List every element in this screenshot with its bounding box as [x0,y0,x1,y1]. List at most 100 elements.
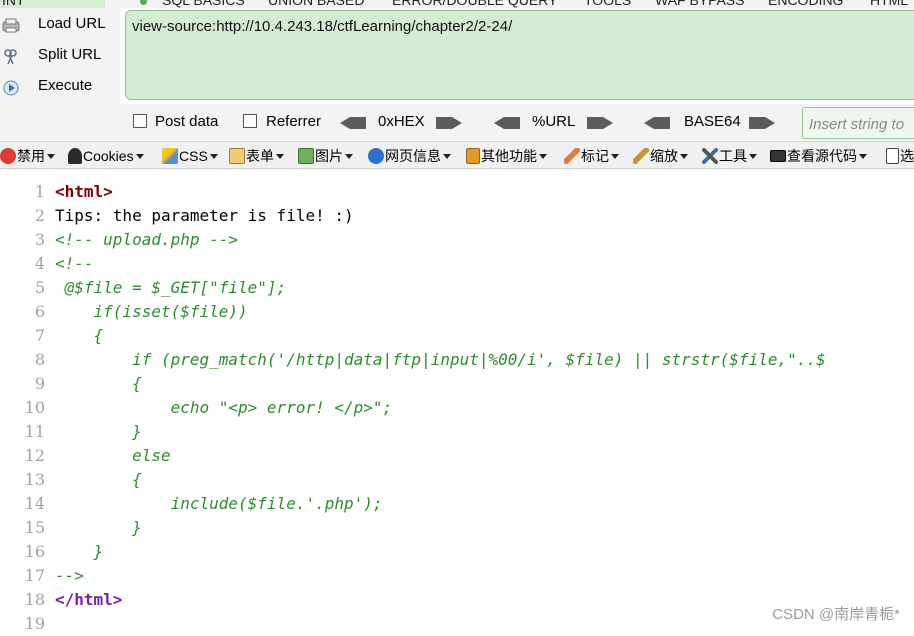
line-number: 13 [24,470,45,489]
source-line: 13 { [0,468,914,492]
images-menu[interactable]: 图片 [298,146,353,166]
url-encode-arrow-icon[interactable] [587,116,613,130]
line-code: Tips: the parameter is file! :) [55,206,354,225]
source-line: 9 { [0,372,914,396]
misc-label: 其他功能 [481,148,537,164]
line-number: 12 [24,446,45,465]
base64-decode-arrow-icon[interactable] [644,116,670,130]
url-textarea[interactable]: view-source:http://10.4.243.18/ctfLearni… [125,10,914,100]
line-code: } [55,542,104,561]
chevron-down-icon [749,154,757,159]
line-number: 5 [34,278,45,297]
view-source-menu[interactable]: 查看源代码 [770,146,867,166]
line-number: 10 [24,398,45,417]
source-line: 12 else [0,444,914,468]
chevron-down-icon [443,154,451,159]
insert-string-placeholder: Insert string to [809,116,905,133]
menu-sql-basics[interactable]: SQL BASICS [162,0,245,8]
base64-label: BASE64 [684,113,741,130]
forms-menu[interactable]: 表单 [229,146,284,166]
tools-menu[interactable]: 工具 [702,146,757,166]
line-number: 9 [34,374,45,393]
menu-int[interactable]: INT [2,0,25,8]
menu-tools[interactable]: TOOLS [584,0,631,8]
line-number: 2 [34,206,45,225]
line-code: if (preg_match('/http|data|ftp|input|%00… [55,350,826,369]
referrer-label: Referrer [266,113,322,130]
chevron-down-icon [611,154,619,159]
execute-button[interactable]: Execute [0,74,118,102]
page-info-menu[interactable]: 网页信息 [368,146,451,166]
css-icon [162,148,178,164]
line-code: @$file = $_GET["file"]; [55,278,287,297]
post-data-checkbox[interactable] [133,114,147,128]
line-code: <!-- upload.php --> [55,230,239,249]
execute-icon [3,80,19,96]
hex-decode-arrow-icon[interactable] [340,116,366,130]
hackbar-actions: Load URL Split URL Execute [0,8,120,105]
line-number: 6 [34,302,45,321]
source-line: 3 <!-- upload.php --> [0,228,914,252]
misc-menu[interactable]: 其他功能 [466,146,547,166]
post-data-label: Post data [155,113,219,130]
outline-menu[interactable]: 标记 [564,146,619,166]
source-line: 10 echo "<p> error! </p>"; [0,396,914,420]
pencil-icon [564,148,580,164]
line-code: { [55,326,104,345]
split-url-icon [4,49,17,65]
line-number: 1 [34,182,45,201]
cookies-label: Cookies [83,148,134,164]
source-line: 14 include($file.'.php'); [0,492,914,516]
chevron-down-icon [345,154,353,159]
line-code: } [55,518,142,537]
ruler-icon [633,148,649,164]
line-number: 19 [24,614,45,633]
cookies-menu[interactable]: Cookies [68,146,144,166]
cookies-icon [68,148,82,164]
line-code: { [55,374,142,393]
hackbar-menu: INT SQL BASICS UNION BASED ERROR/DOUBLE … [0,0,914,8]
source-line: 6 if(isset($file)) [0,300,914,324]
source-line: 8 if (preg_match('/http|data|ftp|input|%… [0,348,914,372]
options-menu[interactable]: 选 [886,146,914,166]
menu-html[interactable]: HTML [870,0,908,8]
hex-encode-arrow-icon[interactable] [436,116,462,130]
split-url-button[interactable]: Split URL [0,43,118,71]
menu-status-dot-icon [140,0,147,5]
line-code: { [55,470,142,489]
line-code: <!-- [55,254,94,273]
chevron-down-icon [539,154,547,159]
line-code: } [55,422,142,441]
menu-waf-bypass[interactable]: WAF BYPASS [655,0,744,8]
source-line: 1 <html> [0,180,914,204]
web-developer-toolbar: 禁用 Cookies CSS 表单 图片 网页信息 其他功能 标记 缩放 工具 … [0,141,914,169]
disable-menu[interactable]: 禁用 [0,146,55,166]
insert-string-input[interactable]: Insert string to [802,107,914,139]
menu-union-based[interactable]: UNION BASED [268,0,364,8]
menu-error-double-query[interactable]: ERROR/DOUBLE QUERY [392,0,557,8]
options-label: 选 [900,148,914,164]
tools-label: 工具 [719,148,747,164]
view-source-icon [770,150,786,162]
load-url-icon [2,18,20,33]
line-code: if(isset($file)) [55,302,248,321]
resize-menu[interactable]: 缩放 [633,146,688,166]
source-line: 17 --> [0,564,914,588]
url-label: %URL [532,113,576,130]
load-url-label: Load URL [38,15,106,32]
images-label: 图片 [315,148,343,164]
url-text: view-source:http://10.4.243.18/ctfLearni… [132,18,513,35]
tools-icon [702,148,718,164]
url-decode-arrow-icon[interactable] [494,116,520,130]
load-url-button[interactable]: Load URL [0,12,118,40]
referrer-checkbox[interactable] [243,114,257,128]
line-code: </html> [55,590,123,609]
source-line: 4 <!-- [0,252,914,276]
chevron-down-icon [680,154,688,159]
forms-icon [229,148,245,164]
css-menu[interactable]: CSS [162,146,218,166]
line-number: 4 [34,254,45,273]
css-label: CSS [179,148,208,164]
base64-encode-arrow-icon[interactable] [749,116,775,130]
menu-encoding[interactable]: ENCODING [768,0,843,8]
